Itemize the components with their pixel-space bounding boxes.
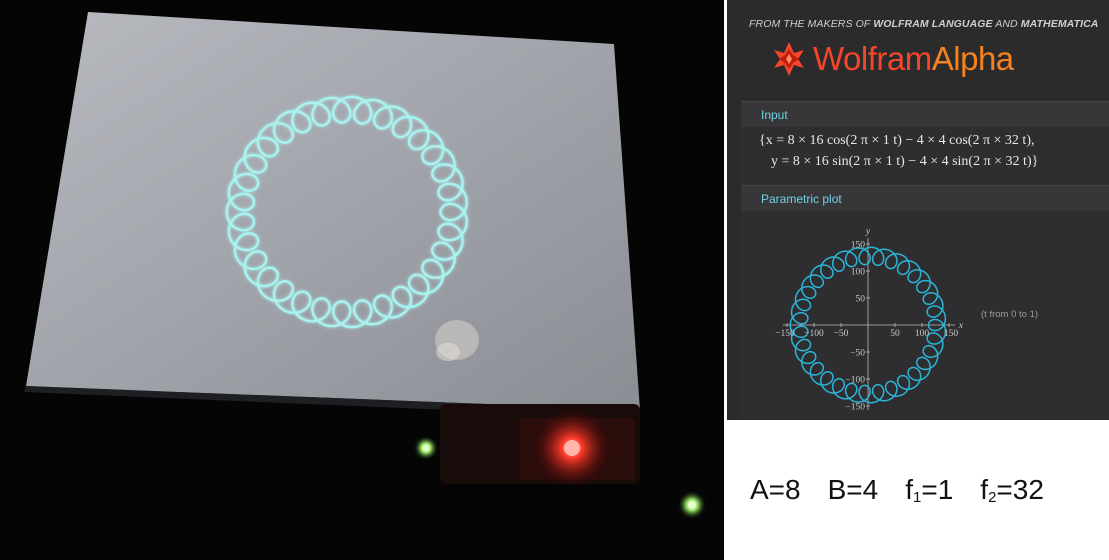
- logo-alpha-text: Alpha: [931, 40, 1014, 77]
- logo-wolfram-text: Wolfram: [813, 40, 932, 77]
- x-axis-label: x: [958, 321, 964, 331]
- wolframalpha-panel: FROM THE MAKERS OF WOLFRAM LANGUAGE AND …: [727, 0, 1109, 420]
- tagline-mathematica: MATHEMATICA: [1020, 18, 1099, 30]
- x-tick-label: 150: [944, 329, 959, 339]
- parameters-caption: A=8 B=4 f1=1 f2=32: [750, 474, 1109, 514]
- input-pod-title: Input: [741, 101, 1109, 127]
- y-tick-label: 50: [856, 295, 866, 305]
- param-f2: f2=32: [980, 474, 1044, 506]
- input-pod: {x = 8 × 16 cos(2 π × 1 t) − 4 × 4 cos(2…: [741, 127, 1109, 185]
- input-formula-x: {x = 8 × 16 cos(2 π × 1 t) − 4 × 4 cos(2…: [759, 133, 1035, 148]
- red-led: [564, 440, 580, 456]
- tagline-prefix: FROM THE MAKERS OF: [749, 18, 874, 30]
- x-tick-label: −150: [775, 329, 795, 339]
- screen-smudge-2: [436, 343, 460, 361]
- parametric-plot-pod-title: Parametric plot: [741, 185, 1109, 211]
- wolframalpha-logo[interactable]: WolframAlpha: [771, 38, 1014, 80]
- display-screen: [26, 12, 640, 410]
- param-a: A=8: [750, 474, 801, 505]
- tagline-wolfram-language: WOLFRAM LANGUAGE: [873, 18, 993, 30]
- y-tick-label: −100: [845, 376, 865, 386]
- green-led-left: [422, 444, 430, 452]
- green-led-right: [688, 501, 696, 509]
- wolfram-tagline: FROM THE MAKERS OF WOLFRAM LANGUAGE AND …: [749, 18, 1098, 30]
- photo-scene: [24, 12, 706, 519]
- x-tick-label: 100: [915, 329, 930, 339]
- y-tick-label: −50: [850, 349, 865, 359]
- oscilloscope-photo: [0, 0, 724, 560]
- tagline-and: AND: [992, 18, 1021, 30]
- plot-range-note: (t from 0 to 1): [981, 309, 1039, 320]
- x-tick-label: 50: [890, 329, 900, 339]
- parametric-plot-pod: −150 −100 −50 50 100 150 150 100 50 −50 −100 −150 x y…: [741, 211, 1109, 420]
- input-formula-y: y = 8 × 16 sin(2 π × 1 t) − 4 × 4 sin(2 …: [771, 154, 1039, 169]
- parametric-plot: −150 −100 −50 50 100 150 150 100 50 −50 −100 −150 x y: [775, 227, 964, 413]
- x-tick-label: −50: [834, 329, 849, 339]
- x-tick-label: −100: [804, 329, 824, 339]
- param-f1: f1=1: [905, 474, 954, 506]
- y-tick-label: −150: [845, 403, 865, 413]
- param-b: B=4: [827, 474, 879, 505]
- y-tick-label: 150: [851, 241, 866, 251]
- wolfram-spikey-icon: [774, 42, 804, 76]
- y-axis-label: y: [865, 227, 871, 237]
- y-tick-label: 100: [851, 268, 866, 278]
